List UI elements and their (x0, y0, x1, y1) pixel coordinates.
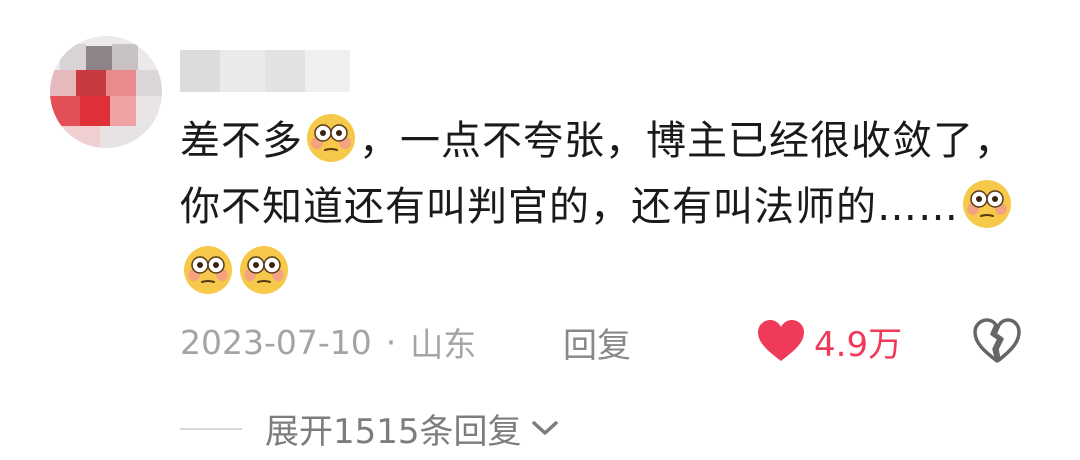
comment-date: 2023-07-10 (180, 322, 372, 362)
comment-text-part1: 差不多 (180, 118, 303, 164)
meta-separator: · (385, 322, 397, 362)
heart-icon (758, 320, 804, 361)
reply-button[interactable]: 回复 (563, 318, 631, 366)
flushed-face-emoji-icon (961, 178, 1013, 230)
comment-text: 差不多 ，一点不夸张，博主已经很收敛了，你不知道还有叫判官的，还有叫法师的…… (180, 108, 1040, 306)
dislike-button[interactable] (972, 318, 1022, 364)
user-avatar[interactable] (50, 36, 162, 148)
comment-meta: 2023-07-10 · 山东 (180, 318, 476, 366)
username-blurred[interactable] (180, 50, 350, 92)
flushed-face-emoji-icon (182, 244, 234, 296)
chevron-down-icon (531, 421, 558, 435)
like-button[interactable]: 4.9万 (756, 316, 902, 366)
broken-heart-icon (973, 318, 1021, 363)
flushed-face-emoji-icon (238, 244, 290, 296)
expand-replies-label: 展开1515条回复 (265, 411, 522, 452)
comment-location: 山东 (410, 325, 477, 364)
expand-replies-button[interactable]: 展开1515条回复 (265, 404, 560, 452)
expand-divider (180, 428, 242, 430)
flushed-face-emoji-icon (305, 112, 357, 164)
like-count: 4.9万 (814, 324, 903, 365)
